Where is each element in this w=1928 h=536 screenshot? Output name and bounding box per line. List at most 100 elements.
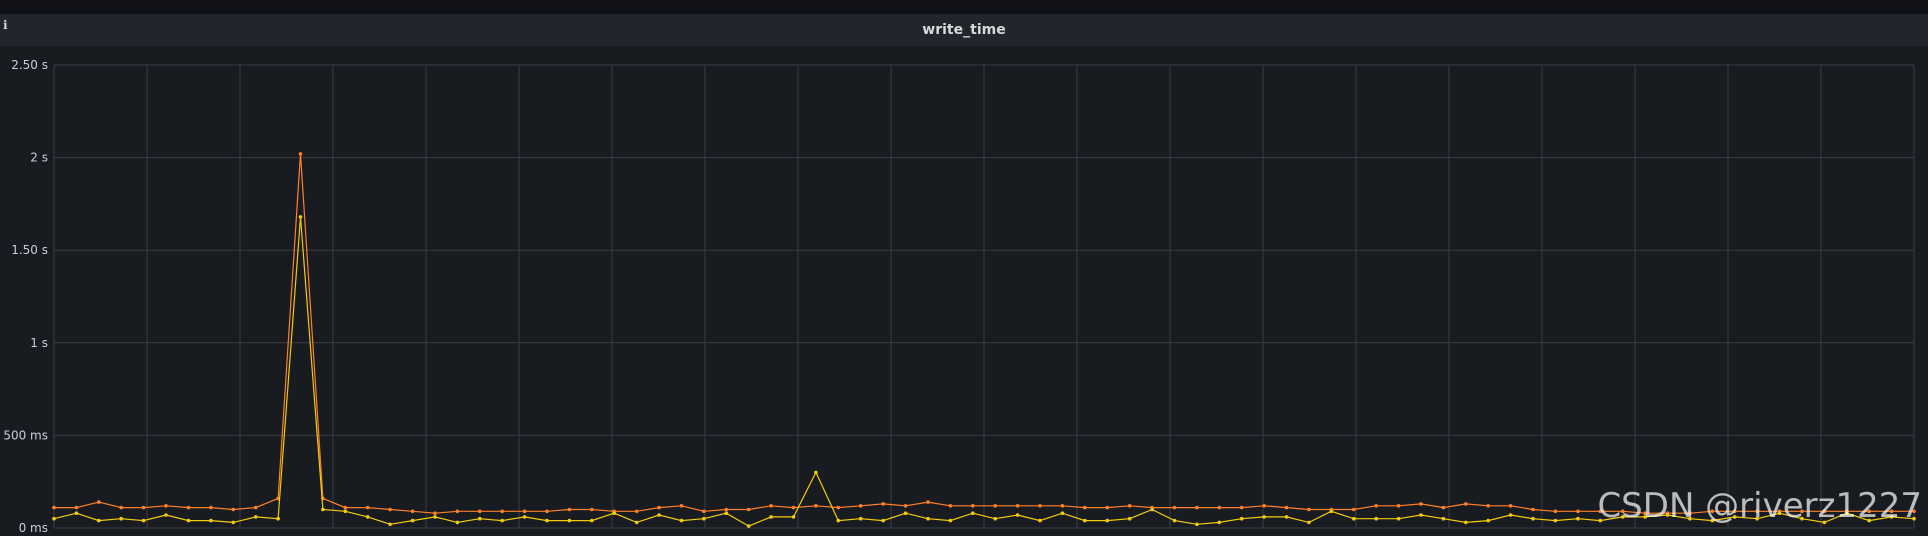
series-point-0	[724, 507, 729, 512]
series-point-1	[769, 515, 773, 519]
series-point-0	[478, 509, 482, 514]
series-point-0	[253, 505, 258, 510]
series-point-0	[545, 509, 549, 514]
series-point-1	[410, 518, 415, 523]
series-point-1	[1217, 520, 1222, 525]
series-point-1	[231, 520, 236, 525]
series-point-1	[1441, 516, 1446, 521]
series-point-0	[1239, 505, 1244, 510]
series-point-1	[1239, 516, 1244, 521]
series-point-0	[500, 509, 505, 514]
series-point-0	[1038, 504, 1042, 508]
series-point-0	[343, 505, 348, 510]
series-point-1	[1352, 516, 1356, 521]
series-point-0	[1015, 504, 1020, 508]
series-point-0	[903, 504, 908, 508]
series-point-1	[1150, 507, 1154, 512]
series-point-0	[1127, 504, 1132, 508]
series-point-1	[1531, 516, 1535, 521]
series-point-1	[478, 516, 482, 521]
series-point-1	[612, 511, 616, 515]
series-point-1	[433, 515, 437, 519]
y-tick-label: 1 s	[30, 336, 48, 350]
series-point-0	[836, 505, 841, 510]
series-point-1	[858, 516, 863, 521]
series-point-0	[1060, 504, 1065, 508]
y-tick-label: 1.50 s	[11, 243, 48, 257]
series-point-0	[1105, 505, 1110, 510]
series-point-0	[791, 505, 796, 510]
series-point-0	[993, 504, 997, 508]
series-point-0	[590, 507, 594, 512]
series-point-1	[657, 513, 661, 517]
series-point-0	[1262, 504, 1266, 508]
series-point-1	[164, 513, 168, 517]
series-point-0	[881, 502, 885, 506]
series-point-1	[702, 516, 706, 521]
series-point-1	[1083, 518, 1087, 523]
series-point-1	[343, 509, 348, 514]
series-point-1	[365, 515, 370, 519]
series-point-0	[634, 509, 639, 514]
series-point-1	[746, 524, 751, 528]
series-point-1	[1553, 518, 1558, 523]
series-point-1	[836, 518, 841, 523]
series-point-0	[1396, 504, 1401, 508]
series-point-1	[500, 518, 505, 523]
series-point-0	[814, 504, 818, 508]
y-tick-label: 2 s	[30, 151, 48, 165]
series-point-1	[1464, 520, 1468, 525]
series-point-1	[1038, 518, 1042, 523]
series-point-1	[1172, 518, 1177, 523]
series-point-0	[1419, 502, 1423, 506]
series-point-1	[1127, 516, 1132, 521]
series-point-1	[814, 470, 818, 475]
series-point-1	[567, 518, 572, 523]
series-point-1	[903, 511, 908, 515]
y-tick-label: 500 ms	[3, 428, 48, 442]
series-point-0	[1083, 505, 1087, 510]
series-point-1	[948, 518, 953, 523]
series-point-0	[1217, 505, 1222, 510]
series-point-1	[634, 520, 639, 525]
series-point-0	[1576, 509, 1580, 514]
series-point-0	[74, 505, 79, 510]
write-time-chart[interactable]: 0 ms 500 ms 1 s 1.50 s 2 s 2.50 s	[0, 0, 1928, 536]
series-point-0	[1307, 507, 1311, 512]
watermark-text: CSDN @riverz1227	[1597, 486, 1922, 526]
series-point-0	[164, 504, 168, 508]
series-point-0	[298, 152, 303, 156]
series-point-1	[590, 518, 594, 523]
series-point-1	[1015, 513, 1020, 517]
series-point-1	[1060, 511, 1065, 515]
series-point-0	[1441, 505, 1446, 510]
series-point-1	[52, 516, 56, 521]
series-point-1	[1329, 509, 1334, 514]
series-point-0	[522, 509, 527, 514]
series-point-0	[746, 507, 751, 512]
series-point-1	[1576, 516, 1580, 521]
series-point-1	[141, 518, 146, 523]
series-point-1	[791, 515, 796, 519]
series-point-0	[948, 504, 953, 508]
series-point-1	[209, 518, 213, 523]
series-point-0	[1284, 505, 1289, 510]
series-point-1	[724, 511, 729, 515]
series-point-0	[1464, 502, 1468, 506]
series-point-1	[321, 507, 325, 512]
series-point-1	[1486, 518, 1490, 523]
series-point-0	[926, 500, 930, 504]
series-point-1	[1284, 515, 1289, 519]
series-point-1	[455, 520, 460, 525]
series-point-0	[209, 505, 213, 510]
series-point-0	[186, 505, 191, 510]
series-point-1	[186, 518, 191, 523]
series-point-0	[567, 507, 572, 512]
series-point-1	[1419, 513, 1423, 517]
series-point-0	[858, 504, 863, 508]
series-point-1	[276, 516, 280, 521]
series-point-0	[1172, 505, 1177, 510]
series-point-1	[388, 522, 392, 527]
series-point-0	[97, 500, 101, 504]
series-point-0	[769, 504, 773, 508]
